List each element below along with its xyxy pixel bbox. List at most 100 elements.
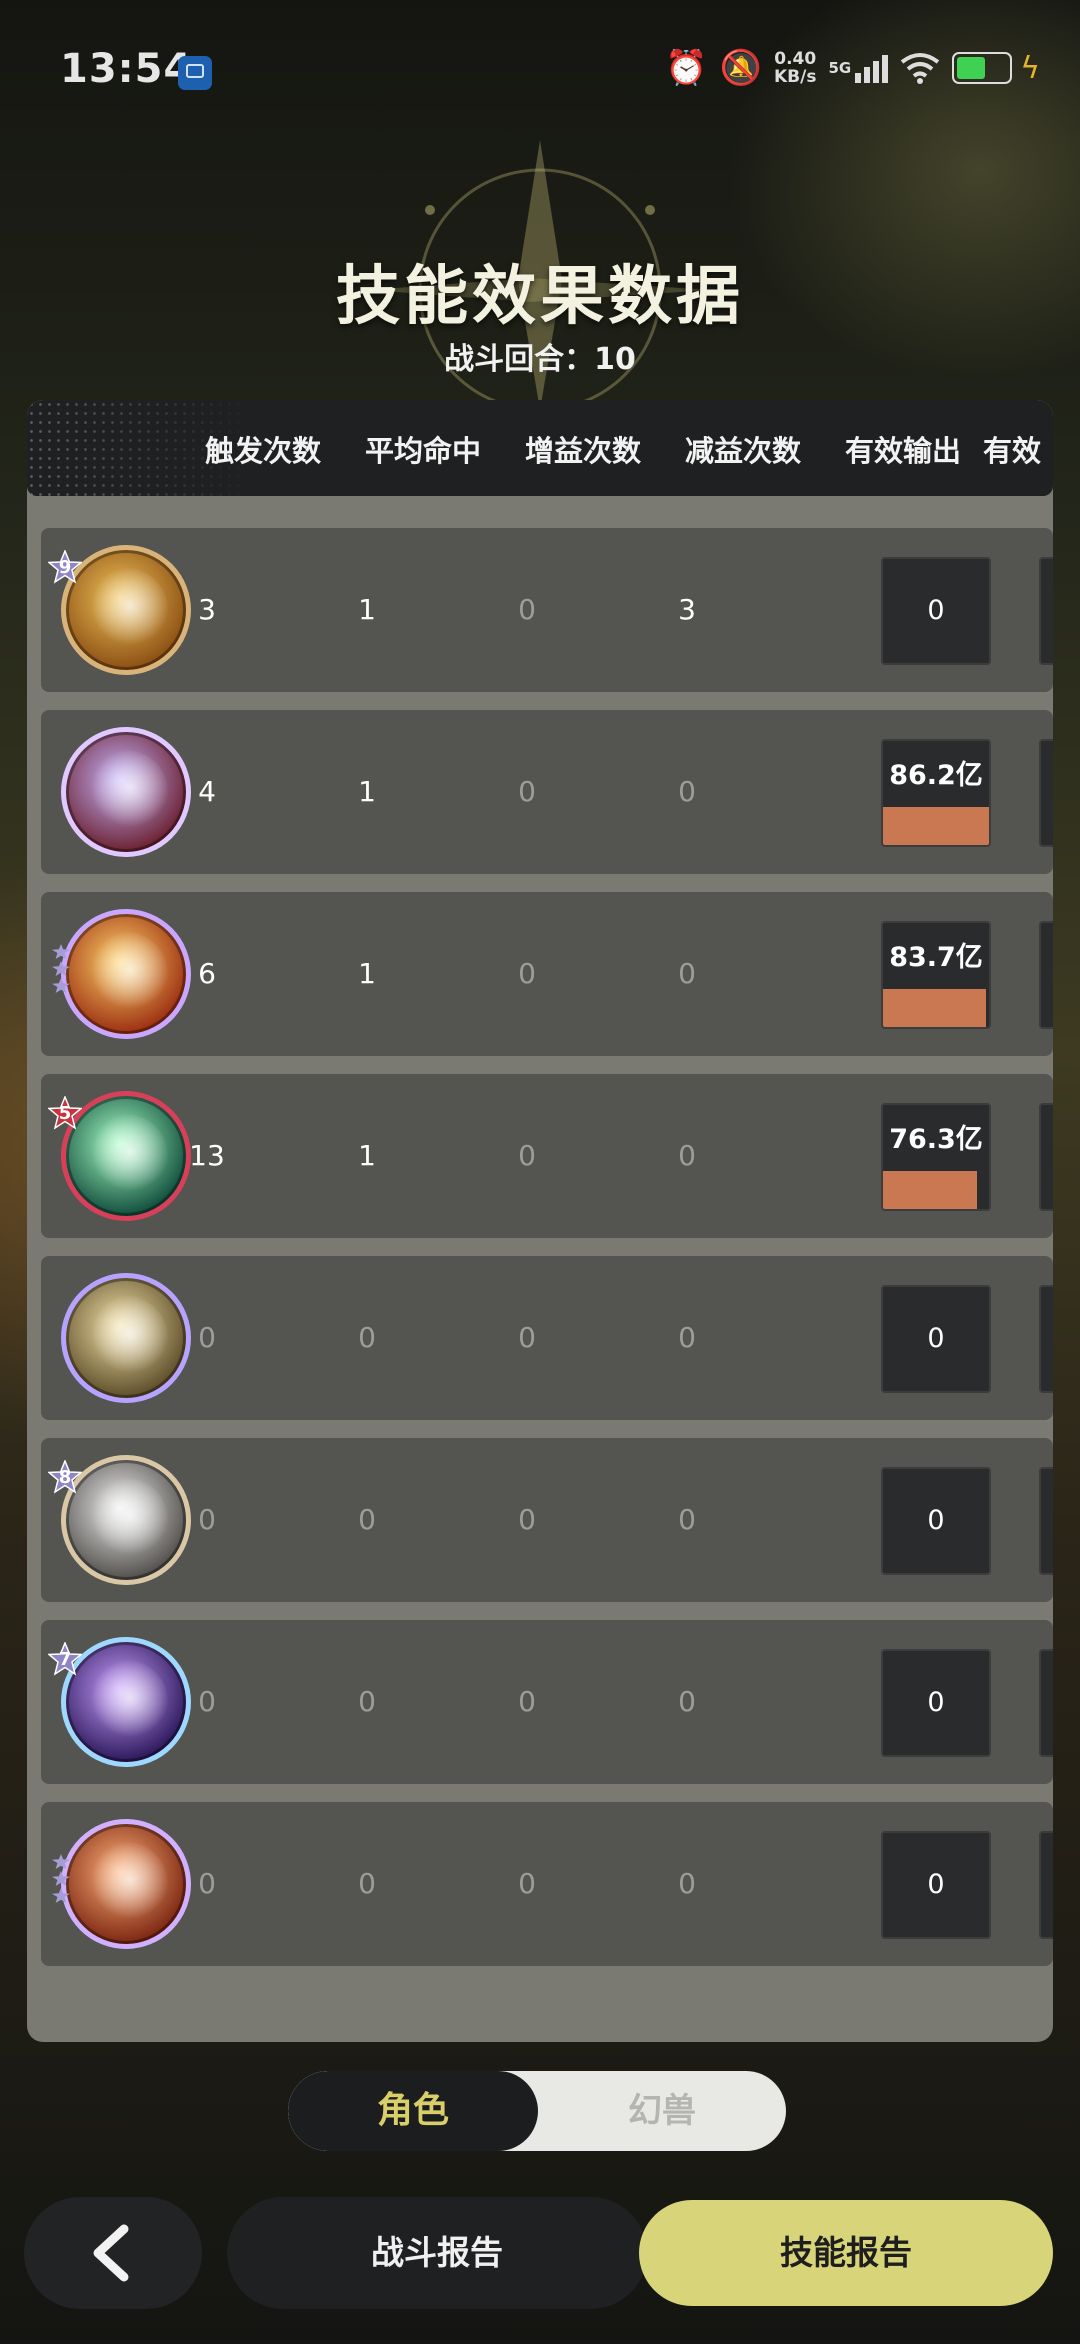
- battery-level: [957, 57, 986, 79]
- effective-output-value: 0: [927, 1323, 945, 1354]
- cell-buffs: 0: [518, 775, 536, 808]
- level-star-badge: 5: [47, 1095, 83, 1130]
- effective-output-cell: 0: [881, 1467, 991, 1575]
- effective-output-value: 86.2亿: [889, 760, 983, 791]
- cell-buffs: 0: [518, 1139, 536, 1172]
- cell-triggers: 0: [198, 1503, 216, 1536]
- level-star-badge: 9: [47, 549, 83, 584]
- network-speed: 0.40 KB/s: [774, 50, 816, 86]
- rank-star-icon: [52, 1871, 70, 1886]
- table-row: 7 0 0 0 0 0: [41, 1620, 1053, 1784]
- partial-column-cell: [1039, 1103, 1053, 1211]
- table-row: 9 3 1 0 3 0: [41, 528, 1053, 692]
- effective-output-value: 0: [927, 1505, 945, 1536]
- signal-icon: [855, 53, 889, 83]
- level-star-number: 7: [58, 1649, 72, 1670]
- cell-debuffs: 0: [678, 1503, 696, 1536]
- tab-role[interactable]: 角色: [288, 2071, 538, 2151]
- clock: 13:54: [60, 46, 193, 92]
- cell-triggers: 0: [198, 1685, 216, 1718]
- network-type: 5G: [828, 59, 852, 77]
- rank-star-icon: [52, 961, 70, 976]
- column-header-output: 有效输出: [844, 434, 961, 468]
- table-row: 4 1 0 0 86.2亿: [41, 710, 1053, 874]
- cell-debuffs: 0: [678, 1867, 696, 1900]
- effective-output-cell: 76.3亿: [881, 1103, 991, 1211]
- skill-report-button[interactable]: 技能报告: [639, 2200, 1053, 2306]
- level-star-number: 8: [58, 1467, 72, 1488]
- cell-avg-hit: 1: [358, 775, 376, 808]
- table-row: 0 0 0 0 0: [41, 1802, 1053, 1966]
- effective-output-bar: [883, 989, 986, 1027]
- level-star-badge: 7: [47, 1641, 83, 1676]
- cell-triggers: 0: [198, 1321, 216, 1354]
- network-speed-value: 0.40: [774, 49, 817, 69]
- level-star-number: 9: [58, 557, 72, 578]
- table-header: 触发次数 平均命中 增益次数 减益次数 有效输出 有效: [27, 400, 1053, 496]
- effective-output-value: 76.3亿: [889, 1124, 983, 1155]
- page-title: 技能效果数据: [336, 260, 744, 334]
- column-header-buffs: 增益次数: [524, 434, 641, 468]
- level-star-number: 5: [58, 1103, 72, 1124]
- table-row: 6 1 0 0 83.7亿: [41, 892, 1053, 1056]
- effective-output-cell: 0: [881, 557, 991, 665]
- effective-output-cell: 0: [881, 1649, 991, 1757]
- partial-column-cell: [1039, 739, 1053, 847]
- effective-output-value: 0: [927, 1687, 945, 1718]
- rank-star-icon: [52, 944, 70, 959]
- cell-avg-hit: 1: [358, 957, 376, 990]
- cell-debuffs: 0: [678, 1139, 696, 1172]
- effective-output-cell: 0: [881, 1285, 991, 1393]
- effective-output-cell: 0: [881, 1831, 991, 1939]
- back-button[interactable]: [24, 2197, 202, 2309]
- cell-debuffs: 0: [678, 957, 696, 990]
- effective-output-value: 0: [927, 1869, 945, 1900]
- cell-buffs: 0: [518, 1503, 536, 1536]
- role-beast-toggle[interactable]: 角色 幻兽: [288, 2071, 786, 2151]
- cell-buffs: 0: [518, 957, 536, 990]
- cell-buffs: 0: [518, 1867, 536, 1900]
- chevron-left-icon: [93, 2224, 129, 2282]
- column-header-triggers: 触发次数: [204, 434, 321, 468]
- effective-output-cell: 83.7亿: [881, 921, 991, 1029]
- table-row: 0 0 0 0 0: [41, 1256, 1053, 1420]
- cell-debuffs: 0: [678, 1685, 696, 1718]
- star-rank-icons: [52, 944, 70, 993]
- effective-output-cell: 86.2亿: [881, 739, 991, 847]
- cell-buffs: 0: [518, 1321, 536, 1354]
- level-star-badge: 8: [47, 1459, 83, 1494]
- tab-beast[interactable]: 幻兽: [538, 2071, 786, 2151]
- cell-avg-hit: 0: [358, 1685, 376, 1718]
- battle-report-button[interactable]: 战斗报告: [227, 2197, 647, 2309]
- partial-column-cell: [1039, 557, 1053, 665]
- cell-avg-hit: 0: [358, 1867, 376, 1900]
- cell-buffs: 0: [518, 1685, 536, 1718]
- partial-column-cell: [1039, 1285, 1053, 1393]
- cell-debuffs: 3: [678, 593, 696, 626]
- cell-avg-hit: 1: [358, 1139, 376, 1172]
- effective-output-bar: [883, 1171, 977, 1209]
- mute-icon: 🔕: [719, 48, 762, 88]
- battle-rounds: 战斗回合：10: [444, 342, 636, 377]
- cell-buffs: 0: [518, 593, 536, 626]
- star-rank-icons: [52, 1854, 70, 1903]
- app-notification-icon: [178, 56, 212, 90]
- partial-column-cell: [1039, 1467, 1053, 1575]
- column-header-debuffs: 减益次数: [684, 434, 801, 468]
- network-speed-unit: KB/s: [773, 67, 817, 87]
- rank-star-icon: [52, 1854, 70, 1869]
- cell-triggers: 3: [198, 593, 216, 626]
- cell-debuffs: 0: [678, 775, 696, 808]
- cell-triggers: 0: [198, 1867, 216, 1900]
- partial-column-cell: [1039, 921, 1053, 1029]
- table-row: 5 13 1 0 0 76.3亿: [41, 1074, 1053, 1238]
- rank-star-icon: [52, 1888, 70, 1903]
- column-header-partial: 有效: [983, 434, 1042, 468]
- cell-triggers: 4: [198, 775, 216, 808]
- column-header-avg-hit: 平均命中: [364, 434, 481, 468]
- cell-avg-hit: 0: [358, 1321, 376, 1354]
- alarm-icon: ⏰: [665, 48, 708, 88]
- cell-debuffs: 0: [678, 1321, 696, 1354]
- cell-avg-hit: 1: [358, 593, 376, 626]
- cell-triggers: 6: [198, 957, 216, 990]
